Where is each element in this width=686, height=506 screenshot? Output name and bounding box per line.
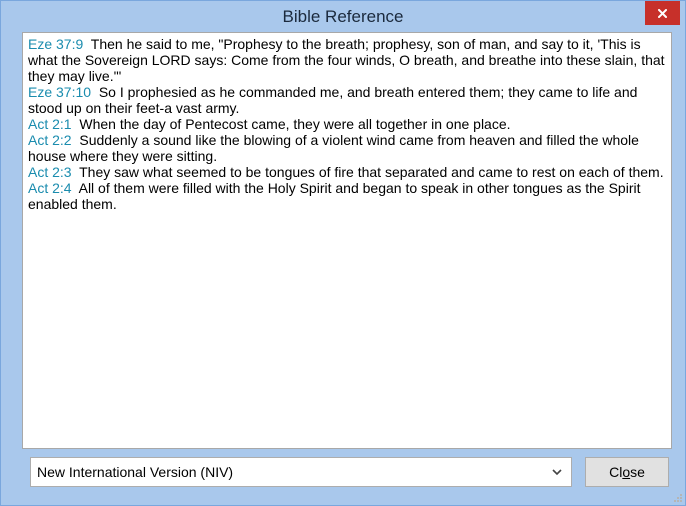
verse-entry: Eze 37:10 So I prophesied as he commande… (28, 84, 666, 116)
verse-entry: Act 2:4 All of them were filled with the… (28, 180, 666, 212)
close-button-accelerator: o (622, 464, 631, 480)
verse-entry: Act 2:1 When the day of Pentecost came, … (28, 116, 666, 132)
verse-text: When the day of Pentecost came, they wer… (79, 116, 511, 132)
verse-reference: Eze 37:9 (28, 36, 84, 52)
passage-text-area[interactable]: Eze 37:9 Then he said to me, "Prophesy t… (22, 32, 672, 449)
close-button-label-end: se (630, 464, 645, 480)
verse-entry: Act 2:3 They saw what seemed to be tongu… (28, 164, 666, 180)
verse-reference: Act 2:2 (28, 132, 72, 148)
version-dropdown-value: New International Version (NIV) (37, 464, 234, 480)
verse-reference: Act 2:1 (28, 116, 72, 132)
verse-text: All of them were filled with the Holy Sp… (28, 180, 641, 212)
title-bar[interactable]: Bible Reference (1, 1, 685, 33)
window-close-button[interactable] (645, 1, 680, 25)
resize-grip-icon[interactable] (672, 492, 682, 502)
verse-reference: Act 2:4 (28, 180, 72, 196)
version-dropdown[interactable]: New International Version (NIV) (30, 457, 572, 487)
chevron-down-icon (552, 469, 562, 476)
verse-entry: Eze 37:9 Then he said to me, "Prophesy t… (28, 36, 666, 84)
verse-text: Suddenly a sound like the blowing of a v… (28, 132, 639, 164)
verse-text: They saw what seemed to be tongues of fi… (79, 164, 664, 180)
verse-reference: Act 2:3 (28, 164, 72, 180)
verse-text: So I prophesied as he commanded me, and … (28, 84, 638, 116)
verse-text: Then he said to me, "Prophesy to the bre… (28, 36, 665, 84)
close-x-icon (658, 9, 667, 18)
close-button[interactable]: Close (585, 457, 669, 487)
close-button-label-start: Cl (609, 464, 623, 480)
verse-reference: Eze 37:10 (28, 84, 92, 100)
window-title: Bible Reference (282, 7, 404, 26)
verse-entry: Act 2:2 Suddenly a sound like the blowin… (28, 132, 666, 164)
